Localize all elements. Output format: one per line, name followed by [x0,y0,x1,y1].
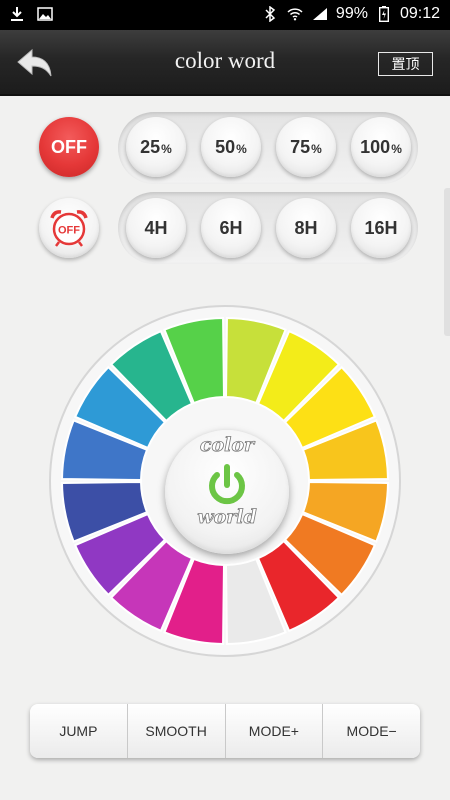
brand-text-bottom: world [197,506,257,529]
status-bar: 99% 09:12 [0,0,450,30]
mode-minus-button[interactable]: MODE− [323,704,420,758]
alarm-clock-icon: OFF [50,210,88,247]
battery-percent: 99% [335,5,368,22]
timer-off-button[interactable]: OFF [39,198,99,258]
center-power-button[interactable]: color world [165,430,289,554]
timer-8h-button[interactable]: 8H [276,198,336,258]
brightness-value: 50 [215,136,236,157]
power-icon [209,464,245,505]
signal-icon [311,5,329,23]
brightness-25-button[interactable]: 25% [126,117,186,177]
brand-text-top: color [199,434,255,457]
jump-button[interactable]: JUMP [30,704,128,758]
download-icon [8,5,26,23]
timer-16h-button[interactable]: 16H [351,198,411,258]
timer-off-label: OFF [58,225,80,237]
pin-to-top-button[interactable]: 置顶 [378,52,433,76]
app-header: color word 置顶 [0,30,450,96]
wifi-icon [286,5,304,23]
battery-icon [375,5,393,23]
percent-sign: % [161,142,172,156]
brightness-50-button[interactable]: 50% [201,117,261,177]
clock-time: 09:12 [399,5,440,22]
brightness-value: 100 [360,136,391,157]
edge-handle[interactable] [444,188,450,336]
bluetooth-icon [261,5,279,23]
percent-sign: % [311,142,322,156]
mode-bar: JUMP SMOOTH MODE+ MODE− [30,704,420,758]
smooth-button[interactable]: SMOOTH [128,704,226,758]
brightness-75-button[interactable]: 75% [276,117,336,177]
brightness-value: 75 [290,136,311,157]
timer-4h-button[interactable]: 4H [126,198,186,258]
image-icon [36,5,54,23]
timer-6h-button[interactable]: 6H [201,198,261,258]
percent-sign: % [236,142,247,156]
power-off-button[interactable]: OFF [39,117,99,177]
brightness-100-button[interactable]: 100% [351,117,411,177]
percent-sign: % [391,142,402,156]
brightness-value: 25 [140,136,161,157]
mode-plus-button[interactable]: MODE+ [226,704,324,758]
